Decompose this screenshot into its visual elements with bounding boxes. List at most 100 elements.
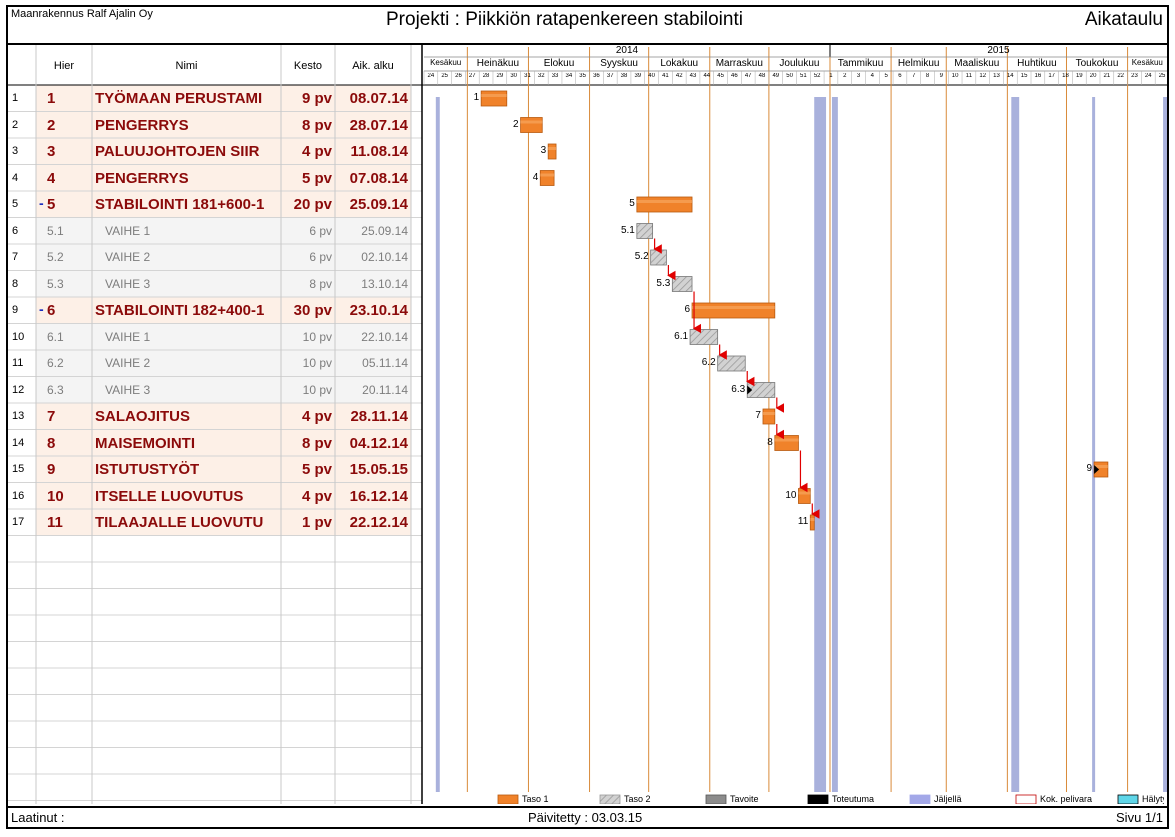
week-number: 43 bbox=[689, 73, 697, 79]
week-number: 23 bbox=[1131, 73, 1138, 79]
task-bar-highlight bbox=[540, 173, 555, 177]
bar-label: 6.1 bbox=[674, 330, 689, 342]
task-bar-highlight bbox=[810, 518, 815, 521]
bar-label: 5.1 bbox=[620, 224, 635, 236]
month-label: Maaliskuu bbox=[954, 58, 1000, 69]
holiday-band bbox=[435, 97, 440, 792]
task-bar-5 bbox=[636, 196, 693, 213]
week-number: 21 bbox=[1103, 73, 1111, 79]
month-label: Elokuu bbox=[543, 58, 575, 69]
week-number: 52 bbox=[813, 73, 821, 79]
task-bar-8 bbox=[774, 435, 799, 451]
month-label: Tammikuu bbox=[837, 58, 884, 69]
task-bar-7 bbox=[762, 408, 776, 425]
task-bar-5.2 bbox=[650, 249, 667, 266]
week-number: 8 bbox=[925, 73, 930, 79]
week-number: 42 bbox=[675, 73, 683, 79]
week-number: 12 bbox=[979, 73, 987, 79]
legend-label: Tavoite bbox=[730, 794, 759, 804]
task-bar-2 bbox=[520, 117, 543, 133]
week-number: 3 bbox=[856, 73, 861, 79]
legend-swatch bbox=[1015, 794, 1037, 804]
week-number: 13 bbox=[993, 73, 1000, 79]
legend-label: Taso 2 bbox=[624, 794, 651, 804]
task-bar-highlight bbox=[774, 438, 799, 442]
week-number: 51 bbox=[800, 73, 807, 79]
week-number: 33 bbox=[551, 73, 559, 79]
bar-label: 6.3 bbox=[731, 383, 746, 395]
week-number: 41 bbox=[662, 73, 669, 79]
week-number: 50 bbox=[786, 73, 793, 79]
week-number: 1 bbox=[829, 73, 833, 79]
week-number: 14 bbox=[1006, 73, 1014, 79]
week-number: 34 bbox=[565, 73, 573, 79]
year-label: 2014 bbox=[615, 45, 639, 56]
bar-label: 5.2 bbox=[634, 251, 649, 262]
bar-label: 6 bbox=[684, 304, 691, 315]
bar-label: 5.3 bbox=[656, 277, 671, 289]
gantt-report-frame: Maanrakennus Ralf Ajalin Oy Projekti : P… bbox=[6, 5, 1169, 829]
legend-swatch bbox=[497, 794, 519, 804]
holiday-band bbox=[1163, 97, 1167, 792]
week-number: 36 bbox=[593, 73, 600, 79]
task-bar-highlight bbox=[762, 412, 775, 415]
task-bar-11 bbox=[809, 514, 815, 531]
gantt-chart bbox=[423, 45, 1167, 804]
week-number: 2 bbox=[843, 73, 847, 79]
month-label: Lokakuu bbox=[660, 58, 699, 69]
week-number: 15 bbox=[1020, 73, 1028, 79]
bar-label: 11 bbox=[797, 516, 809, 527]
week-number: 22 bbox=[1117, 73, 1125, 79]
bar-label: 4 bbox=[532, 171, 539, 183]
legend-label: Jäljellä bbox=[934, 794, 962, 804]
author-label: Laatinut : bbox=[11, 810, 65, 825]
month-label: Heinäkuu bbox=[476, 58, 520, 69]
holiday-band bbox=[831, 97, 838, 792]
week-number: 45 bbox=[717, 73, 724, 79]
legend-swatch bbox=[909, 794, 931, 804]
week-number: 10 bbox=[951, 73, 959, 79]
week-number: 25 bbox=[441, 73, 449, 79]
week-number: 38 bbox=[620, 73, 628, 79]
bar-label: 6.2 bbox=[701, 357, 716, 368]
bar-label: 7 bbox=[755, 410, 761, 421]
week-number: 25 bbox=[1158, 73, 1166, 79]
legend-label: Toteutuma bbox=[832, 794, 875, 804]
week-number: 17 bbox=[1048, 73, 1056, 79]
task-bar-6.2 bbox=[717, 355, 746, 372]
week-number: 18 bbox=[1062, 73, 1069, 79]
week-number: 16 bbox=[1034, 73, 1042, 79]
year-label: 2015 bbox=[987, 45, 1010, 56]
task-bar-5.3 bbox=[671, 276, 693, 292]
week-number: 6 bbox=[898, 73, 902, 79]
task-bar-4 bbox=[539, 170, 555, 186]
bar-label: 8 bbox=[767, 436, 773, 448]
week-number: 9 bbox=[939, 73, 943, 79]
task-bar-3 bbox=[547, 143, 557, 160]
legend-swatch bbox=[807, 794, 829, 804]
task-bar-highlight bbox=[481, 94, 507, 97]
legend-label: Hälytys bbox=[1142, 794, 1164, 804]
legend-label: Taso 1 bbox=[522, 794, 549, 804]
week-number: 46 bbox=[731, 73, 738, 79]
bar-label: 10 bbox=[785, 489, 797, 501]
task-bar-5.1 bbox=[636, 223, 654, 239]
month-label: Huhtikuu bbox=[1017, 58, 1057, 69]
month-label: Marraskuu bbox=[715, 58, 763, 69]
bar-label: 3 bbox=[540, 145, 547, 156]
holiday-band bbox=[1011, 97, 1020, 792]
month-label: Syyskuu bbox=[600, 58, 638, 69]
week-number: 35 bbox=[579, 73, 586, 79]
week-number: 4 bbox=[870, 73, 875, 79]
task-bar-1 bbox=[480, 90, 508, 107]
week-number: 32 bbox=[537, 73, 545, 79]
week-number: 30 bbox=[510, 73, 517, 79]
week-number: 11 bbox=[965, 73, 973, 79]
month-label: Kesäkuu bbox=[430, 58, 462, 67]
week-number: 37 bbox=[606, 73, 614, 79]
legend-swatch bbox=[705, 794, 727, 804]
holiday-band bbox=[1092, 97, 1096, 792]
month-label: Helmikuu bbox=[897, 58, 940, 69]
week-number: 19 bbox=[1075, 73, 1083, 79]
legend-label: Kok. pelivara bbox=[1040, 794, 1093, 804]
